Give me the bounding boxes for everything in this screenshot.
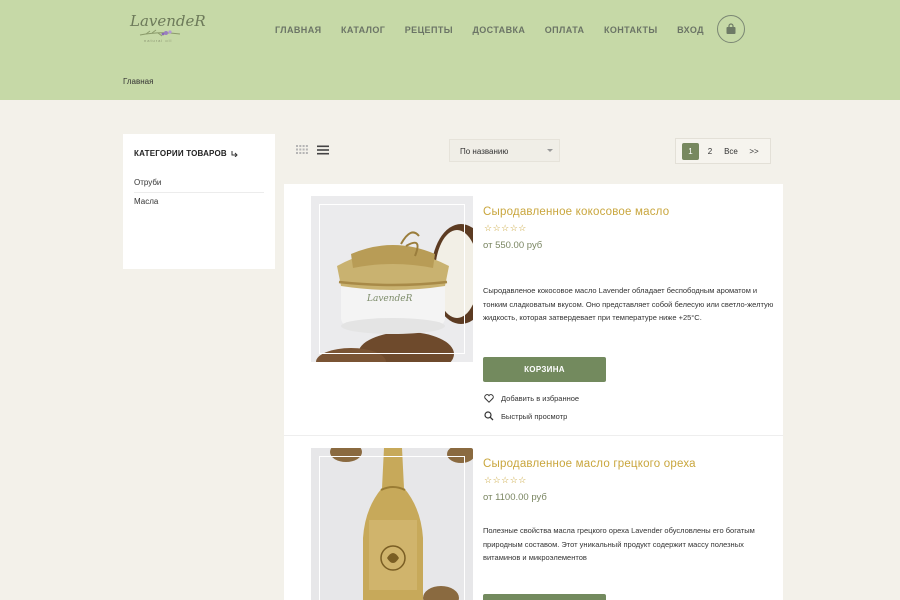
heart-icon (484, 394, 494, 403)
grid-view-icon[interactable] (296, 145, 308, 154)
pagination: 1 2 Все >> (675, 138, 771, 164)
nav-item-delivery[interactable]: ДОСТАВКА (472, 25, 525, 35)
logo-tagline: natural oil (144, 38, 173, 43)
category-item-oils[interactable]: Масла (134, 197, 264, 206)
product-price: от 1100.00 руб (483, 492, 547, 503)
nav-item-payment[interactable]: ОПЛАТА (545, 25, 585, 35)
add-to-favorites-link[interactable]: Добавить в избранное (484, 394, 579, 403)
sidebar-title-text: КАТЕГОРИИ ТОВАРОВ (134, 149, 227, 158)
sort-select-value: По названию (460, 147, 509, 156)
product-description: Сыродавленое кокосовое масло Lavender об… (483, 286, 774, 322)
site-header: LavendeR natural oil ГЛАВНАЯ КАТАЛОГ РЕЦ… (0, 0, 900, 100)
nav-item-catalog[interactable]: КАТАЛОГ (341, 25, 385, 35)
shopping-bag-icon (726, 23, 736, 34)
chevron-down-icon (547, 149, 553, 152)
product-image-coconut-oil[interactable]: LavendeR (311, 196, 473, 362)
category-sidebar: КАТЕГОРИИ ТОВАРОВ Отруби Масла (123, 134, 275, 269)
header-cart-button[interactable] (717, 15, 745, 43)
product-title[interactable]: Сыродавленное масло грецкого ореха (483, 458, 696, 470)
sidebar-title: КАТЕГОРИИ ТОВАРОВ (134, 149, 239, 158)
product-description: Полезные свойства масла грецкого ореха L… (483, 526, 755, 562)
search-icon (484, 411, 494, 421)
nav-item-login[interactable]: ВХОД (677, 25, 704, 35)
product-card: Сыродавленное масло грецкого ореха ☆☆☆☆☆… (284, 436, 783, 600)
rating-stars: ☆☆☆☆☆ (484, 475, 527, 485)
product-title[interactable]: Сыродавленное кокосовое масло (483, 206, 669, 218)
quick-view-label: Быстрый просмотр (501, 411, 568, 421)
quick-view-link[interactable]: Быстрый просмотр (484, 411, 567, 421)
breadcrumb[interactable]: Главная (123, 77, 153, 86)
image-frame (319, 456, 465, 600)
add-to-cart-button[interactable] (483, 594, 606, 600)
sort-select[interactable]: По названию (449, 139, 560, 162)
list-view-icon[interactable] (317, 145, 329, 155)
nav-item-home[interactable]: ГЛАВНАЯ (275, 25, 321, 35)
lavender-sprig-icon (139, 29, 181, 37)
product-list: LavendeR Сыродавленное кокосовое масло ☆… (284, 184, 783, 600)
image-frame (319, 204, 465, 354)
nav-item-recipes[interactable]: РЕЦЕПТЫ (405, 25, 453, 35)
nav-item-contacts[interactable]: КОНТАКТЫ (604, 25, 658, 35)
page-all-button[interactable]: Все (720, 143, 742, 160)
product-card: LavendeR Сыродавленное кокосовое масло ☆… (284, 184, 783, 436)
rating-stars: ☆☆☆☆☆ (484, 223, 527, 233)
page-next-button[interactable]: >> (746, 143, 762, 160)
add-to-cart-button[interactable]: КОРЗИНА (483, 357, 606, 382)
site-logo[interactable]: LavendeR natural oil (128, 12, 206, 48)
product-price: от 550.00 руб (483, 240, 543, 251)
add-to-favorites-label: Добавить в избранное (501, 394, 580, 403)
category-item-bran[interactable]: Отруби (134, 178, 264, 193)
page-2-button[interactable]: 2 (704, 143, 716, 160)
corner-arrow-icon (231, 151, 239, 158)
main-nav: ГЛАВНАЯ КАТАЛОГ РЕЦЕПТЫ ДОСТАВКА ОПЛАТА … (275, 25, 723, 35)
page-1-button[interactable]: 1 (682, 143, 699, 160)
product-image-walnut-oil[interactable] (311, 448, 473, 600)
